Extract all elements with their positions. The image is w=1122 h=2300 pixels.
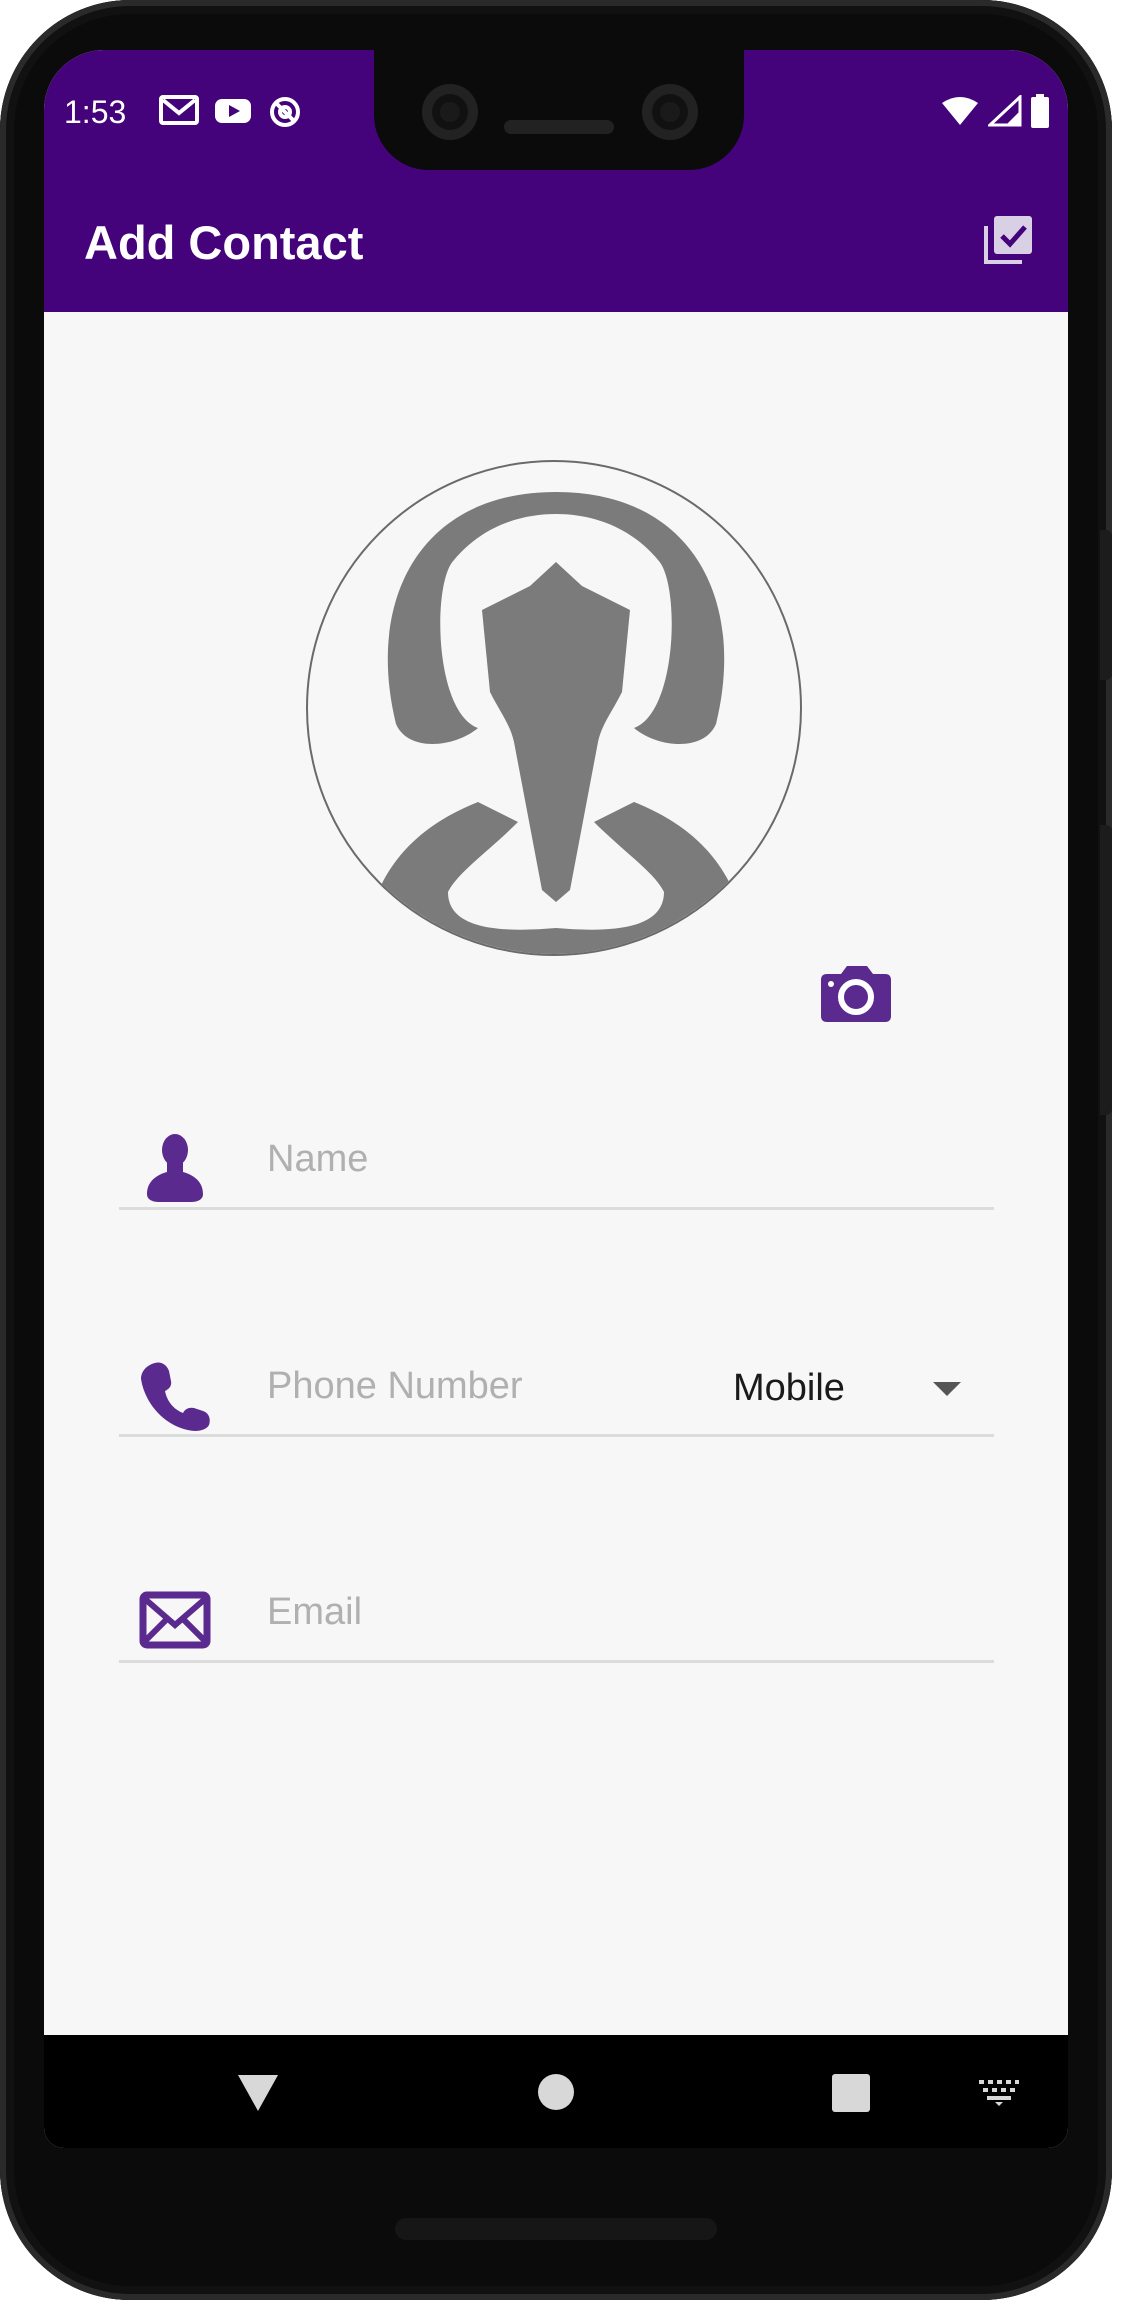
signal-icon — [988, 95, 1022, 127]
recents-icon[interactable] — [832, 2074, 870, 2112]
back-icon[interactable] — [238, 2075, 278, 2111]
name-input[interactable] — [267, 1138, 967, 1181]
gmail-icon — [159, 95, 199, 125]
data-saver-icon — [270, 97, 300, 127]
email-input[interactable] — [267, 1591, 967, 1634]
save-button[interactable] — [980, 212, 1036, 268]
home-icon[interactable] — [538, 2074, 574, 2110]
status-icons-left — [159, 94, 303, 130]
page-title: Add Contact — [84, 216, 364, 269]
save-check-icon — [984, 216, 1032, 264]
name-field — [119, 1110, 994, 1210]
screen: 1:53 Add Contact Name Phone Number Mobil… — [44, 50, 1068, 2148]
contact-photo[interactable] — [306, 460, 802, 956]
person-placeholder-icon — [364, 492, 748, 954]
status-icons-right — [940, 94, 1050, 128]
status-time: 1:53 — [64, 94, 127, 130]
chevron-down-icon — [933, 1382, 961, 1396]
phone-number-input[interactable] — [267, 1365, 687, 1408]
bottom-speaker-grille — [395, 2218, 717, 2240]
camera-notch — [374, 50, 744, 170]
front-sensor — [642, 84, 698, 140]
camera-icon — [821, 966, 891, 1022]
earpiece — [504, 120, 614, 134]
camera-button[interactable] — [817, 962, 895, 1026]
phone-icon — [141, 1362, 210, 1431]
wifi-icon — [942, 97, 978, 125]
phone-type-dropdown[interactable]: Mobile — [733, 1357, 973, 1421]
phone-type-value: Mobile — [733, 1367, 845, 1409]
front-camera — [422, 84, 478, 140]
keyboard-icon[interactable] — [979, 2080, 1019, 2106]
mail-icon — [139, 1591, 211, 1649]
app-bar: 1:53 Add Contact — [44, 50, 1068, 312]
battery-icon — [1031, 94, 1049, 128]
person-icon — [147, 1134, 203, 1202]
volume-button — [1100, 825, 1112, 1115]
phone-field: Mobile — [119, 1337, 994, 1437]
email-field — [119, 1563, 994, 1663]
system-nav-bar — [44, 2035, 1068, 2148]
power-button — [1100, 530, 1112, 680]
phone-frame: 1:53 Add Contact Name Phone Number Mobil… — [0, 0, 1112, 2300]
youtube-icon — [215, 99, 251, 123]
